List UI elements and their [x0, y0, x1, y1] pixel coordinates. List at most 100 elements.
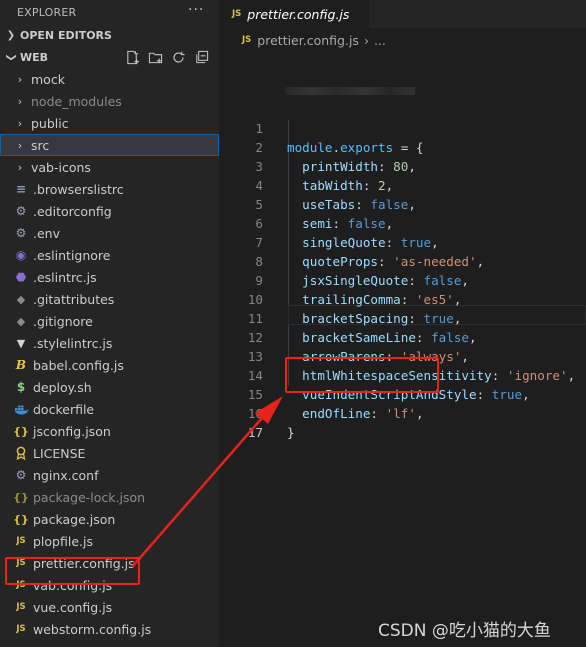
gear-icon: ⚙ — [15, 468, 27, 482]
tree-item-label: src — [31, 137, 50, 153]
editor-area: JS prettier.config.js JS prettier.config… — [219, 0, 586, 647]
code-line: 3 tabWidth: 2, — [219, 138, 586, 193]
code-line: 13 htmlWhitespaceSensitivity: 'ignore', — [219, 328, 586, 383]
code-line: 12 arrowParens: 'always', — [219, 309, 586, 364]
tree-file-babel-config[interactable]: B babel.config.js — [0, 354, 219, 376]
tree-item-label: .editorconfig — [33, 203, 112, 219]
tree-file-eslintrc[interactable]: ⬣ .eslintrc.js — [0, 266, 219, 288]
gear-icon: ⚙ — [15, 204, 27, 218]
tree-item-label: LICENSE — [33, 445, 86, 461]
stylelint-icon: ▼ — [16, 336, 26, 350]
breadcrumb-separator: › — [363, 32, 369, 48]
breadcrumb: JS prettier.config.js › ... — [219, 28, 586, 52]
chevron-right-icon: › — [17, 138, 23, 152]
tree-file-browserslistrc[interactable]: ≡ .browserslistrc — [0, 178, 219, 200]
tree-item-label: mock — [31, 71, 65, 87]
tree-item-label: .gitignore — [33, 313, 93, 329]
tree-item-label: package.json — [33, 511, 116, 527]
tree-item-label: jsconfig.json — [33, 423, 111, 439]
code-line: 11 bracketSameLine: false, — [219, 290, 586, 345]
lines-icon: ≡ — [15, 182, 27, 196]
tree-item-label: .gitattributes — [33, 291, 115, 307]
babel-icon: B — [15, 358, 27, 372]
section-workspace[interactable]: ❯ WEB — [0, 46, 219, 68]
breadcrumb-more[interactable]: ... — [374, 33, 386, 48]
code-line: 4 useTabs: false, — [219, 157, 586, 212]
code-line: 1 module.exports = { — [219, 100, 586, 155]
git-icon: ◆ — [16, 292, 26, 306]
json-icon: {} — [13, 512, 29, 526]
tree-file-deploy-sh[interactable]: $ deploy.sh — [0, 376, 219, 398]
shell-icon: $ — [16, 380, 26, 394]
tree-item-label: public — [31, 115, 69, 131]
new-folder-icon[interactable] — [148, 50, 163, 65]
tree-file-package-lock[interactable]: {} package-lock.json — [0, 486, 219, 508]
tree-file-webstorm-config[interactable]: JS webstorm.config.js — [0, 618, 219, 640]
tree-item-label: .eslintrc.js — [33, 269, 97, 285]
tree-item-label: node_modules — [31, 93, 122, 109]
tree-item-label: .stylelintrc.js — [33, 335, 113, 351]
tree-file-eslintignore[interactable]: ◉ .eslintignore — [0, 244, 219, 266]
code-line: 6 singleQuote: true, — [219, 195, 586, 250]
code-line: 10 bracketSpacing: true, — [219, 271, 586, 326]
file-tree: › mock › node_modules › public › src › v… — [0, 68, 219, 640]
code-line: 2 printWidth: 80, — [219, 119, 586, 174]
gear-icon: ⚙ — [15, 226, 27, 240]
tree-item-label: deploy.sh — [33, 379, 92, 395]
js-icon: JS — [242, 35, 252, 45]
tree-file-license[interactable]: LICENSE — [0, 442, 219, 464]
tree-item-label: webstorm.config.js — [33, 621, 152, 637]
tree-item-label: babel.config.js — [33, 357, 124, 373]
explorer-title-bar: EXPLORER ··· — [0, 0, 219, 24]
tree-file-gitattributes[interactable]: ◆ .gitattributes — [0, 288, 219, 310]
js-icon: JS — [16, 624, 26, 634]
refresh-icon[interactable] — [171, 50, 186, 65]
workspace-actions — [125, 46, 209, 68]
explorer-sidebar: EXPLORER ··· ❯ OPEN EDITORS ❯ WEB › mock… — [0, 0, 219, 647]
tree-item-label: nginx.conf — [33, 467, 99, 483]
eslint-icon: ◉ — [15, 248, 27, 262]
tree-folder-public[interactable]: › public — [0, 112, 219, 134]
highlight-box-sidebar-file — [5, 557, 140, 585]
tree-file-jsconfig[interactable]: {} jsconfig.json — [0, 420, 219, 442]
json-icon: {} — [13, 490, 29, 504]
tree-folder-vab-icons[interactable]: › vab-icons — [0, 156, 219, 178]
watermark-text: CSDN @吃小猫的大鱼 — [378, 621, 551, 641]
collapse-all-icon[interactable] — [194, 50, 209, 65]
js-icon: JS — [16, 536, 26, 546]
section-open-editors[interactable]: ❯ OPEN EDITORS — [0, 24, 219, 46]
tab-prettier-config[interactable]: JS prettier.config.js — [219, 0, 370, 28]
license-icon — [13, 446, 29, 460]
tree-folder-src[interactable]: › src — [0, 134, 219, 156]
tree-file-stylelintrc[interactable]: ▼ .stylelintrc.js — [0, 332, 219, 354]
js-icon: JS — [16, 602, 26, 612]
eslint-icon: ⬣ — [15, 270, 27, 284]
more-icon[interactable]: ··· — [188, 2, 204, 18]
tree-file-package-json[interactable]: {} package.json — [0, 508, 219, 530]
tab-bar: JS prettier.config.js — [219, 0, 586, 28]
tree-file-plopfile[interactable]: JS plopfile.js — [0, 530, 219, 552]
tree-file-gitignore[interactable]: ◆ .gitignore — [0, 310, 219, 332]
tree-item-label: vue.config.js — [33, 599, 113, 615]
tree-file-dockerfile[interactable]: dockerfile — [0, 398, 219, 420]
chevron-right-icon: › — [17, 116, 23, 130]
code-line: 9 trailingComma: 'es5', — [219, 252, 586, 307]
explorer-title: EXPLORER — [17, 5, 77, 19]
tree-item-label: .browserslistrc — [33, 181, 124, 197]
tree-folder-node-modules[interactable]: › node_modules — [0, 90, 219, 112]
code-line: 17 — [219, 404, 586, 440]
chevron-right-icon: › — [17, 160, 23, 174]
chevron-down-icon: ❯ — [5, 52, 17, 62]
new-file-icon[interactable] — [125, 50, 140, 65]
tree-file-vue-config[interactable]: JS vue.config.js — [0, 596, 219, 618]
tree-folder-mock[interactable]: › mock — [0, 68, 219, 90]
tree-file-editorconfig[interactable]: ⚙ .editorconfig — [0, 200, 219, 222]
tree-file-nginx-conf[interactable]: ⚙ nginx.conf — [0, 464, 219, 486]
code-token: } — [287, 425, 295, 440]
tree-file-env[interactable]: ⚙ .env — [0, 222, 219, 244]
js-icon: JS — [232, 9, 242, 19]
code-line: 7 quoteProps: 'as-needed', — [219, 214, 586, 269]
breadcrumb-file[interactable]: prettier.config.js — [257, 33, 359, 48]
code-line: 8 jsxSingleQuote: false, — [219, 233, 586, 288]
tree-item-label: package-lock.json — [33, 489, 146, 505]
